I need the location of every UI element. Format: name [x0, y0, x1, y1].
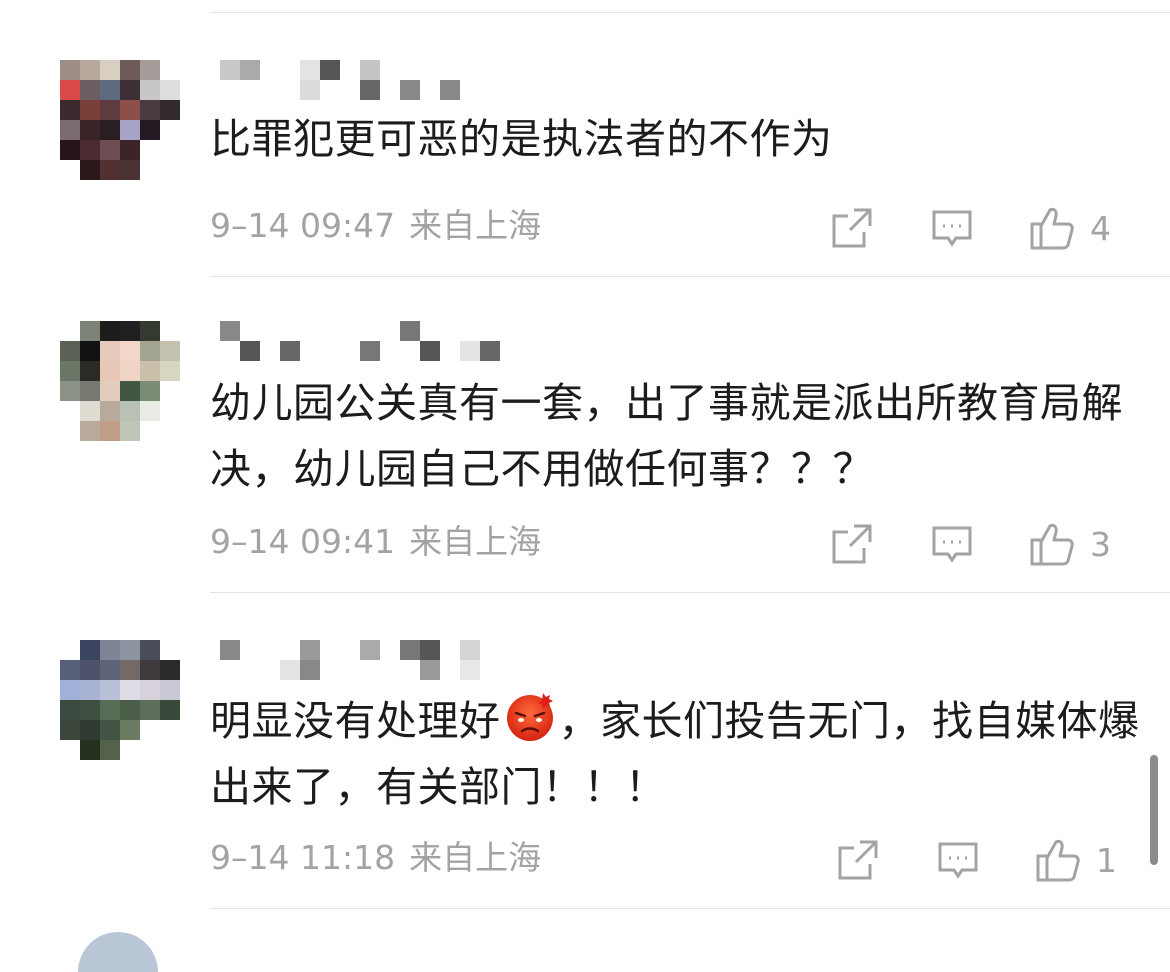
thumbs-up-icon	[1036, 839, 1080, 882]
comment-date: 9–14 09:47	[210, 206, 396, 245]
comment-meta: 9–14 09:47 来自上海	[210, 206, 541, 246]
share-icon	[832, 208, 872, 248]
share-button[interactable]	[830, 519, 874, 569]
comment-date: 9–14 11:18	[210, 838, 396, 877]
scrollbar[interactable]	[1150, 755, 1158, 865]
comment-actions: 1	[830, 835, 1130, 885]
thumbs-up-icon	[1030, 207, 1074, 250]
comment-location: 来自上海	[409, 522, 542, 561]
share-icon	[832, 524, 872, 564]
like-count: 3	[1090, 524, 1111, 564]
comment-actions: 4	[830, 203, 1130, 253]
comment-divider	[210, 276, 1170, 277]
username-pixelated[interactable]	[220, 321, 520, 361]
thumbs-up-icon	[1030, 523, 1074, 566]
like-button[interactable]: 4	[1028, 203, 1111, 253]
username-pixelated[interactable]	[220, 60, 520, 100]
avatar[interactable]	[78, 932, 158, 972]
comment-location: 来自上海	[409, 838, 542, 877]
like-button[interactable]: 1	[1034, 835, 1117, 885]
comment-date: 9–14 09:41	[210, 522, 396, 561]
like-button[interactable]: 3	[1028, 519, 1111, 569]
comment-divider	[210, 592, 1170, 593]
reply-button[interactable]	[930, 203, 974, 253]
comment-meta: 9–14 11:18 来自上海	[210, 838, 541, 878]
share-button[interactable]	[830, 203, 874, 253]
avatar[interactable]	[60, 321, 180, 441]
angry-face-emoji	[503, 689, 557, 743]
comment-text: 幼儿园公关真有一套，出了事就是派出所教育局解决，幼儿园自己不用做任何事？？？	[210, 379, 1123, 493]
reply-button[interactable]	[930, 519, 974, 569]
comment-text-part: 明显没有处理好	[210, 697, 501, 745]
comment-text: 明显没有处理好 ，家长们投告无门，找自媒体爆出来了，有关部门！！！	[210, 688, 1140, 820]
comment-icon	[938, 842, 978, 879]
comment-icon	[932, 526, 972, 563]
comment-actions: 3	[830, 519, 1130, 569]
comment-divider	[210, 908, 1170, 909]
comment-text: 比罪犯更可恶的是执法者的不作为	[210, 115, 833, 163]
comment-meta: 9–14 09:41 来自上海	[210, 522, 541, 562]
like-count: 4	[1090, 208, 1111, 248]
comment-location: 来自上海	[409, 206, 542, 245]
avatar[interactable]	[60, 640, 180, 760]
share-icon	[838, 840, 878, 880]
avatar[interactable]	[60, 60, 180, 180]
username-pixelated[interactable]	[220, 640, 520, 680]
reply-button[interactable]	[936, 835, 980, 885]
comment-icon	[932, 210, 972, 247]
like-count: 1	[1096, 840, 1117, 880]
share-button[interactable]	[836, 835, 880, 885]
top-divider	[210, 12, 1170, 13]
